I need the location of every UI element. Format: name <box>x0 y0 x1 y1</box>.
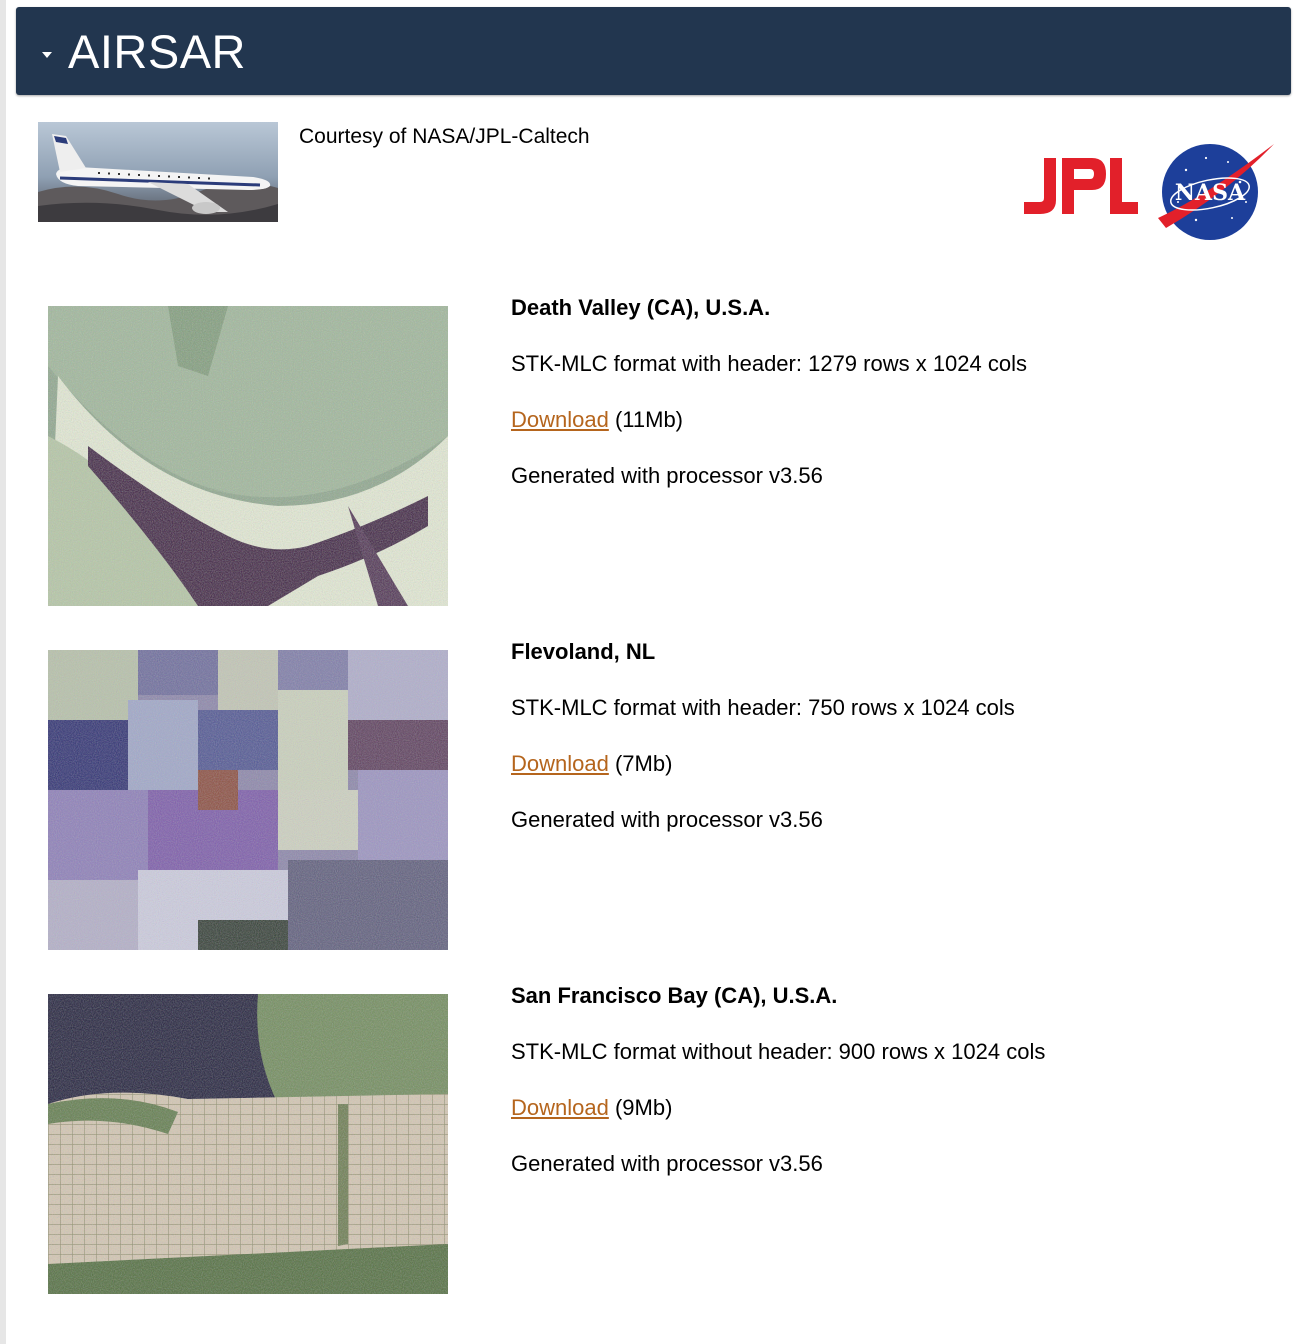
jpl-logo <box>1024 158 1138 214</box>
flevoland-sar-image <box>48 650 448 950</box>
download-link[interactable]: Download <box>511 407 609 432</box>
left-border <box>0 0 6 1344</box>
section-title: AIRSAR <box>68 24 246 78</box>
file-size: (7Mb) <box>608 751 673 776</box>
download-link[interactable]: Download <box>511 1095 609 1120</box>
dataset-info: Flevoland, NL STK-MLC format with header… <box>511 638 1015 862</box>
dataset-processor: Generated with processor v3.56 <box>511 463 823 488</box>
section-header-airsar[interactable]: AIRSAR <box>16 7 1291 95</box>
nasa-meatball-logo: NASA <box>1158 144 1274 240</box>
dataset-name: Death Valley (CA), U.S.A. <box>511 295 771 320</box>
dataset-download-line: Download (9Mb) <box>511 1094 1045 1122</box>
dataset-download-line: Download (11Mb) <box>511 406 1027 434</box>
dataset-format: STK-MLC format without header: 900 rows … <box>511 1039 1046 1064</box>
dataset-download-line: Download (7Mb) <box>511 750 1015 778</box>
svg-text:NASA: NASA <box>1175 180 1246 206</box>
dataset-info: Death Valley (CA), U.S.A. STK-MLC format… <box>511 294 1027 518</box>
dataset-processor: Generated with processor v3.56 <box>511 1151 823 1176</box>
death-valley-sar-image <box>48 306 448 606</box>
file-size: (9Mb) <box>608 1095 673 1120</box>
dataset-format: STK-MLC format with header: 750 rows x 1… <box>511 695 1015 720</box>
dataset-item: Flevoland, NL STK-MLC format with header… <box>48 639 1248 950</box>
dataset-item: San Francisco Bay (CA), U.S.A. STK-MLC f… <box>48 983 1248 1294</box>
dataset-name: Flevoland, NL <box>511 639 656 664</box>
san-francisco-sar-image <box>48 994 448 1294</box>
dataset-item: Death Valley (CA), U.S.A. STK-MLC format… <box>48 295 1248 606</box>
caret-down-icon[interactable] <box>42 52 52 58</box>
dataset-info: San Francisco Bay (CA), U.S.A. STK-MLC f… <box>511 982 1045 1206</box>
download-link[interactable]: Download <box>511 751 609 776</box>
dataset-format: STK-MLC format with header: 1279 rows x … <box>511 351 1028 376</box>
dataset-name: San Francisco Bay (CA), U.S.A. <box>511 983 838 1008</box>
courtesy-text: Courtesy of NASA/JPL-Caltech <box>299 125 590 148</box>
dataset-processor: Generated with processor v3.56 <box>511 807 823 832</box>
aircraft-photo <box>38 122 278 222</box>
file-size: (11Mb) <box>608 407 684 432</box>
